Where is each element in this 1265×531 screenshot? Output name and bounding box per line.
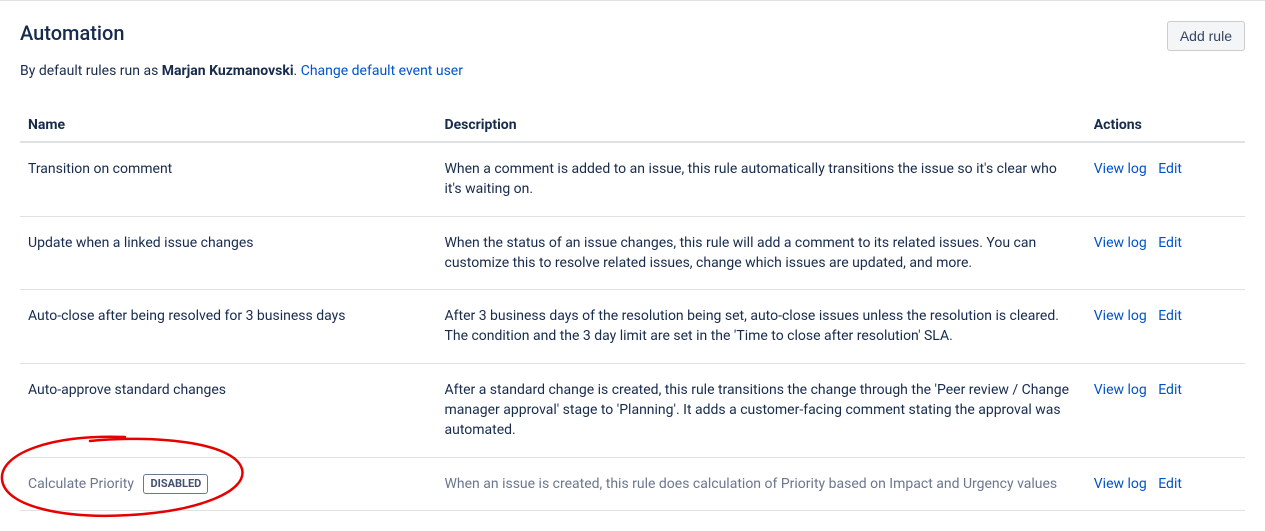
column-header-actions: Actions — [1086, 109, 1245, 142]
rule-description: When the status of an issue changes, thi… — [437, 216, 1086, 290]
rule-description: When an issue is created, this rule does… — [437, 457, 1086, 510]
rule-description: When a comment is added to an issue, thi… — [437, 142, 1086, 216]
change-default-user-link[interactable]: Change default event user — [301, 63, 463, 79]
table-row: Calculate Priority DISABLED When an issu… — [20, 457, 1245, 510]
edit-link[interactable]: Edit — [1158, 161, 1182, 177]
subheader: By default rules run as Marjan Kuzmanovs… — [20, 63, 1245, 79]
view-log-link[interactable]: View log — [1094, 308, 1147, 324]
rule-description: After 3 business days of the resolution … — [437, 290, 1086, 364]
subheader-prefix: By default rules run as — [20, 63, 162, 79]
edit-link[interactable]: Edit — [1158, 235, 1182, 251]
view-log-link[interactable]: View log — [1094, 476, 1147, 492]
rule-name: Calculate Priority — [28, 476, 134, 492]
rule-name: Auto-approve standard changes — [20, 363, 437, 457]
rule-name: Transition on comment — [20, 142, 437, 216]
table-row: Auto-approve standard changes After a st… — [20, 363, 1245, 457]
rule-description: After a standard change is created, this… — [437, 363, 1086, 457]
default-user-name: Marjan Kuzmanovski — [162, 63, 294, 79]
table-row: Transition on comment When a comment is … — [20, 142, 1245, 216]
rules-table: Name Description Actions Transition on c… — [20, 109, 1245, 511]
edit-link[interactable]: Edit — [1158, 308, 1182, 324]
rule-name: Update when a linked issue changes — [20, 216, 437, 290]
subheader-suffix: . — [294, 63, 301, 79]
view-log-link[interactable]: View log — [1094, 382, 1147, 398]
add-rule-button[interactable]: Add rule — [1167, 21, 1245, 51]
column-header-description: Description — [437, 109, 1086, 142]
edit-link[interactable]: Edit — [1158, 476, 1182, 492]
column-header-name: Name — [20, 109, 437, 142]
disabled-badge: DISABLED — [143, 474, 208, 494]
view-log-link[interactable]: View log — [1094, 235, 1147, 251]
page-title: Automation — [20, 21, 125, 45]
view-log-link[interactable]: View log — [1094, 161, 1147, 177]
rule-name: Auto-close after being resolved for 3 bu… — [20, 290, 437, 364]
table-row: Auto-close after being resolved for 3 bu… — [20, 290, 1245, 364]
edit-link[interactable]: Edit — [1158, 382, 1182, 398]
table-row: Update when a linked issue changes When … — [20, 216, 1245, 290]
